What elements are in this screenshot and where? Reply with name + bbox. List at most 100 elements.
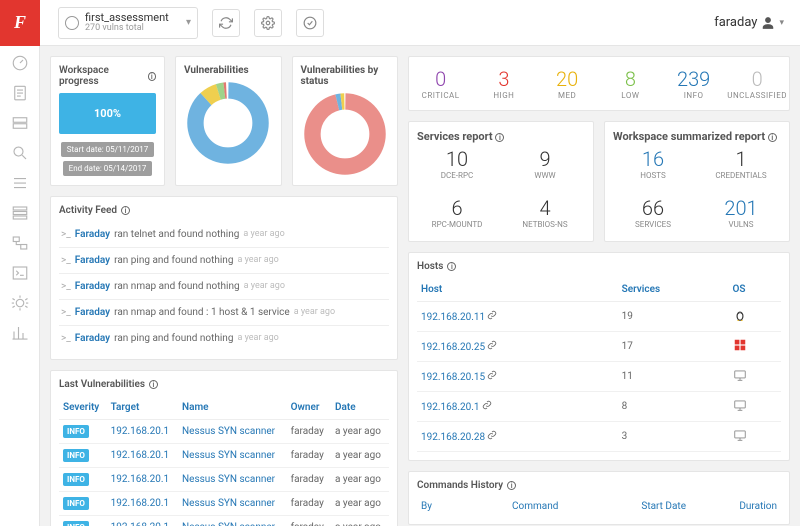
- servers-icon[interactable]: [11, 204, 29, 222]
- vuln-count-critical[interactable]: 0CRITICAL: [409, 57, 472, 110]
- table-row[interactable]: 192.168.20.1511: [417, 362, 781, 392]
- col-duration[interactable]: Duration: [690, 497, 781, 516]
- col-by[interactable]: By: [417, 497, 508, 516]
- wsreport-VULNS[interactable]: 201VULNS: [701, 192, 781, 233]
- card-title: Vulnerabilities: [184, 65, 273, 76]
- col-start[interactable]: Start Date: [599, 497, 690, 516]
- settings-button[interactable]: [254, 9, 282, 37]
- col-owner[interactable]: Owner: [287, 396, 331, 420]
- end-date: End date: 05/14/2017: [63, 161, 153, 176]
- vuln-count-low[interactable]: 8LOW: [599, 57, 662, 110]
- card-title: Workspace summarized report: [613, 130, 765, 143]
- service-NETBIOS-NS[interactable]: 4NETBIOS-NS: [505, 192, 585, 233]
- table-row[interactable]: INFO192.168.20.1Nessus SYN scannerfarada…: [59, 444, 389, 468]
- col-date[interactable]: Date: [331, 396, 389, 420]
- hosts-table: Host Services OS 192.168.20.1119192.168.…: [417, 278, 781, 452]
- service-WWW[interactable]: 9WWW: [505, 143, 585, 184]
- bug-icon[interactable]: [11, 294, 29, 312]
- table-row[interactable]: 192.168.20.1119: [417, 302, 781, 332]
- table-row[interactable]: INFO192.168.20.1Nessus SYN scannerfarada…: [59, 420, 389, 444]
- col-name[interactable]: Name: [178, 396, 287, 420]
- info-icon[interactable]: i: [768, 133, 777, 142]
- unknown-os-icon: [733, 368, 747, 382]
- vulns-donut: [185, 80, 271, 166]
- feed-item[interactable]: >_ Faraday ran ping and found nothing a …: [59, 326, 389, 351]
- col-severity[interactable]: Severity: [59, 396, 107, 420]
- info-icon[interactable]: i: [149, 380, 158, 389]
- hosts-card: Hosts i Host Services OS 192.168.20.1119…: [408, 252, 790, 461]
- main-content: Workspace progress i 100% Start date: 05…: [40, 46, 800, 526]
- windows-icon: [733, 338, 747, 352]
- workspace-selector[interactable]: first_assessment 270 vulns total ▾: [58, 7, 198, 39]
- feed-item[interactable]: >_ Faraday ran ping and found nothing a …: [59, 248, 389, 274]
- check-button[interactable]: [296, 9, 324, 37]
- card-title: Services report: [417, 130, 493, 143]
- dashboard-icon[interactable]: [11, 54, 29, 72]
- info-icon[interactable]: i: [121, 206, 130, 215]
- info-icon[interactable]: i: [507, 481, 516, 490]
- workspace-report-card: Workspace summarized report i 16HOSTS1CR…: [604, 121, 790, 242]
- user-name: faraday: [714, 15, 757, 30]
- chevron-icon: >_: [61, 333, 71, 344]
- feed-item[interactable]: >_ Faraday ran nmap and found : 1 host &…: [59, 300, 389, 326]
- link-icon: [487, 340, 497, 353]
- table-row[interactable]: 192.168.20.2517: [417, 332, 781, 362]
- services-report-card: Services report i 10DCE-RPC9WWW6RPC-MOUN…: [408, 121, 594, 242]
- chevron-icon: >_: [61, 255, 71, 266]
- table-row[interactable]: INFO192.168.20.1Nessus SYN scannerfarada…: [59, 468, 389, 492]
- vuln-count-high[interactable]: 3HIGH: [472, 57, 535, 110]
- activity-feed-card: Activity Feed i >_ Faraday ran telnet an…: [50, 196, 398, 360]
- progress-bar: 100%: [59, 93, 156, 134]
- feed-item[interactable]: >_ Faraday ran telnet and found nothing …: [59, 222, 389, 248]
- terminal-icon[interactable]: [11, 264, 29, 282]
- analytics-icon[interactable]: [11, 324, 29, 342]
- table-row[interactable]: INFO192.168.20.1Nessus SYN scannerfarada…: [59, 492, 389, 516]
- tasks-icon[interactable]: [11, 234, 29, 252]
- last-vulns-card: Last Vulnerabilities i Severity Target N…: [50, 370, 398, 526]
- refresh-button[interactable]: [212, 9, 240, 37]
- col-host[interactable]: Host: [417, 278, 618, 302]
- wsreport-SERVICES[interactable]: 66SERVICES: [613, 192, 693, 233]
- card-title: Activity Feed: [59, 205, 117, 216]
- feed-item[interactable]: >_ Faraday ran nmap and found nothing a …: [59, 274, 389, 300]
- col-services[interactable]: Services: [618, 278, 729, 302]
- vuln-count-unclassified[interactable]: 0UNCLASSIFIED: [725, 57, 789, 110]
- service-RPC-MOUNTD[interactable]: 6RPC-MOUNTD: [417, 192, 497, 233]
- card-title: Hosts: [417, 261, 443, 272]
- vuln-count-med[interactable]: 20MED: [536, 57, 599, 110]
- unknown-os-icon: [733, 428, 747, 442]
- workspace-progress-card: Workspace progress i 100% Start date: 05…: [50, 56, 165, 186]
- table-row[interactable]: 192.168.20.18: [417, 392, 781, 422]
- user-menu[interactable]: faraday ▾: [714, 15, 790, 30]
- user-icon: [761, 16, 775, 30]
- chevron-icon: >_: [61, 229, 71, 240]
- service-DCE-RPC[interactable]: 10DCE-RPC: [417, 143, 497, 184]
- workspace-name: first_assessment: [85, 12, 180, 24]
- card-title: Vulnerabilities by status: [301, 65, 390, 87]
- col-command[interactable]: Command: [508, 497, 599, 516]
- chevron-down-icon: ▾: [186, 17, 191, 28]
- col-target[interactable]: Target: [107, 396, 178, 420]
- topbar: F first_assessment 270 vulns total ▾ far…: [0, 0, 800, 46]
- list-icon[interactable]: [11, 174, 29, 192]
- col-os[interactable]: OS: [729, 278, 781, 302]
- link-icon: [487, 310, 497, 323]
- table-row[interactable]: 192.168.20.283: [417, 422, 781, 452]
- vuln-count-info[interactable]: 239INFO: [662, 57, 725, 110]
- start-date: Start date: 05/11/2017: [61, 142, 154, 157]
- workspace-text: first_assessment 270 vulns total: [85, 12, 180, 34]
- reports-icon[interactable]: [11, 84, 29, 102]
- faraday-logo: F: [0, 0, 40, 46]
- vulns-status-chart-card: Vulnerabilities by status: [292, 56, 399, 186]
- workspace-icon: [65, 16, 79, 30]
- info-icon[interactable]: i: [447, 262, 456, 271]
- search-icon[interactable]: [11, 144, 29, 162]
- wsreport-CREDENTIALS[interactable]: 1CREDENTIALS: [701, 143, 781, 184]
- card-title: Last Vulnerabilities: [59, 379, 145, 390]
- hosts-icon[interactable]: [11, 114, 29, 132]
- info-icon[interactable]: i: [148, 72, 156, 81]
- table-row[interactable]: INFO192.168.20.1Nessus SYN scannerfarada…: [59, 516, 389, 526]
- wsreport-HOSTS[interactable]: 16HOSTS: [613, 143, 693, 184]
- info-icon[interactable]: i: [495, 133, 504, 142]
- link-icon: [487, 430, 497, 443]
